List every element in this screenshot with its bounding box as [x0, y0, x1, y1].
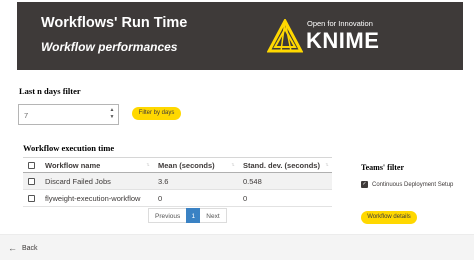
page-title: Workflows' Run Time	[41, 15, 188, 31]
page-subtitle: Workflow performances	[41, 40, 178, 54]
days-input-field[interactable]: ▲ ▼	[18, 104, 119, 125]
sort-icon[interactable]: ↑↓	[325, 162, 329, 168]
cell-mean: 0	[153, 189, 238, 207]
team-checkbox[interactable]: ✓	[361, 181, 368, 188]
team-option-label: Continuous Deployment Setup	[372, 181, 454, 188]
pagination: Previous 1 Next	[148, 208, 227, 223]
cell-std-dev: 0.548	[238, 172, 332, 190]
teams-filter-label: Teams' filter	[361, 163, 405, 172]
pagination-next[interactable]: Next	[200, 208, 227, 223]
arrow-left-icon: ←	[8, 243, 17, 253]
cell-mean: 3.6	[153, 172, 238, 190]
pagination-previous[interactable]: Previous	[148, 208, 187, 223]
cell-std-dev: 0	[238, 189, 332, 207]
table-row[interactable]: flyweight-execution-workflow 0 0	[23, 189, 332, 207]
footer-bar: ← Back	[0, 234, 474, 260]
execution-table-label: Workflow execution time	[23, 143, 115, 153]
knime-logo: Open for Innovation KNIME	[267, 17, 389, 55]
chevron-down-icon[interactable]: ▼	[108, 114, 116, 121]
row-checkbox[interactable]	[23, 189, 40, 207]
column-header-workflow-name[interactable]: Workflow name ↑↓	[40, 157, 153, 173]
logo-tagline: Open for Innovation	[307, 19, 373, 28]
pagination-page-current[interactable]: 1	[186, 208, 201, 223]
spin-buttons[interactable]: ▲ ▼	[108, 107, 116, 122]
filter-by-days-button[interactable]: Filter by days	[132, 107, 181, 120]
workflow-details-button[interactable]: Workflow details	[361, 211, 417, 224]
cell-workflow-name: Discard Failed Jobs	[40, 172, 153, 190]
teams-option[interactable]: ✓ Continuous Deployment Setup	[361, 181, 453, 188]
column-header-std-dev[interactable]: Stand. dev. (seconds) ↑↓	[238, 157, 332, 173]
days-input[interactable]	[19, 106, 105, 125]
header-banner: Workflows' Run Time Workflow performance…	[17, 2, 463, 70]
column-header-mean[interactable]: Mean (seconds) ↑↓	[153, 157, 238, 173]
row-checkbox[interactable]	[23, 172, 40, 190]
cell-workflow-name: flyweight-execution-workflow	[40, 189, 153, 207]
chevron-up-icon[interactable]: ▲	[108, 107, 116, 114]
knime-triangle-icon	[267, 19, 303, 53]
back-label: Back	[22, 245, 38, 252]
logo-wordmark: KNIME	[306, 28, 380, 53]
select-all-checkbox[interactable]	[23, 157, 40, 173]
table-row[interactable]: Discard Failed Jobs 3.6 0.548	[23, 172, 332, 190]
days-filter-label: Last n days filter	[19, 86, 81, 96]
sort-icon[interactable]: ↑↓	[231, 162, 235, 168]
back-button[interactable]: ← Back	[8, 243, 38, 253]
sort-icon[interactable]: ↑↓	[146, 162, 150, 168]
execution-table: Workflow name ↑↓ Mean (seconds) ↑↓ Stand. …	[23, 157, 332, 207]
